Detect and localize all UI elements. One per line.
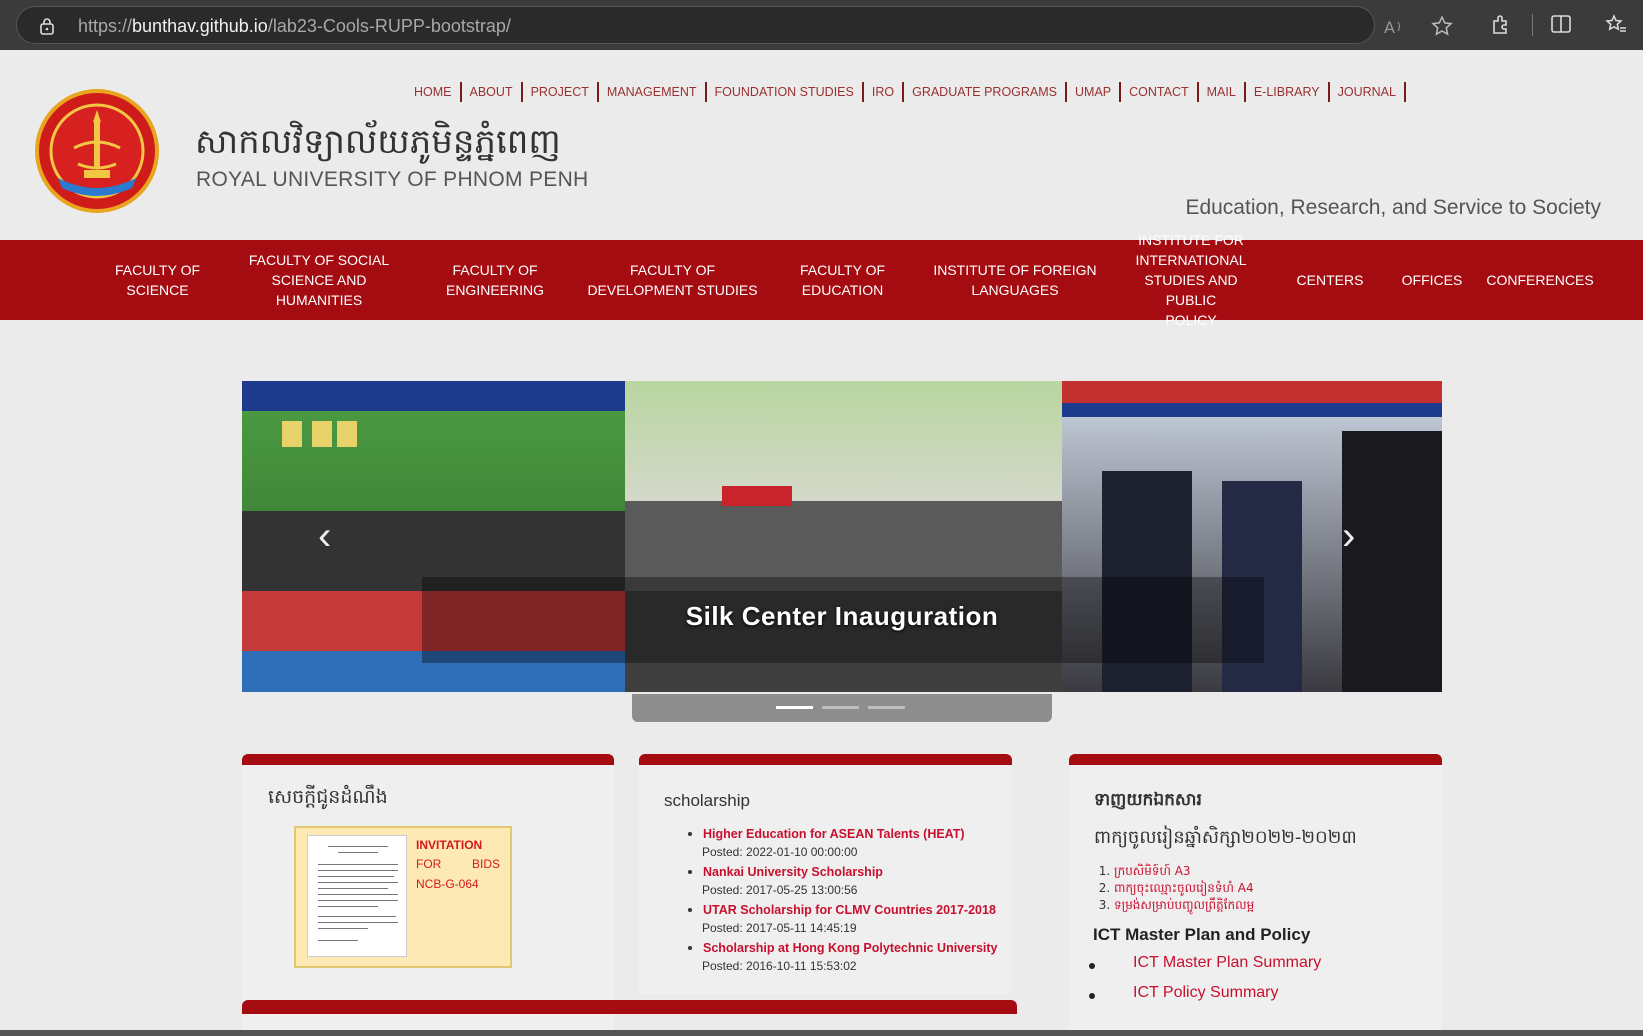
image-carousel[interactable]: Silk Center Inauguration ‹ ›: [242, 381, 1442, 692]
window-bottom-edge: [0, 1030, 1643, 1036]
downloads-subtitle: ពាក្យចូលរៀនឆ្នាំសិក្សា២០២២-២០២៣: [1094, 827, 1357, 848]
nav-home[interactable]: HOME: [406, 82, 462, 102]
nav-faculty-social-science[interactable]: FACULTY OF SOCIAL SCIENCE AND HUMANITIES: [240, 240, 398, 320]
extensions-icon[interactable]: [1490, 13, 1512, 35]
split-screen-icon[interactable]: [1550, 13, 1572, 35]
url-text: https://bunthav.github.io/lab23-Cools-RU…: [78, 16, 511, 36]
carousel-prev-icon[interactable]: ‹: [318, 516, 331, 556]
nav-graduate-programs[interactable]: GRADUATE PROGRAMS: [904, 82, 1068, 102]
list-item: UTAR Scholarship for CLMV Countries 2017…: [702, 901, 1003, 937]
bullet: [1089, 993, 1095, 999]
nav-journal[interactable]: JOURNAL: [1330, 82, 1406, 102]
toolbar-divider: [1532, 14, 1533, 36]
nav-umap[interactable]: UMAP: [1067, 82, 1122, 102]
nav-contact[interactable]: CONTACT: [1121, 82, 1199, 102]
nav-mail[interactable]: MAIL: [1199, 82, 1246, 102]
nav-offices[interactable]: OFFICES: [1392, 240, 1472, 320]
carousel-caption: Silk Center Inauguration: [685, 601, 999, 631]
university-logo: [35, 89, 159, 213]
carousel-indicator-2[interactable]: [822, 706, 859, 709]
nav-institute-foreign-languages[interactable]: INSTITUTE OF FOREIGN LANGUAGES: [925, 240, 1105, 320]
bullet: [1089, 963, 1095, 969]
nav-project[interactable]: PROJECT: [523, 82, 599, 102]
posted-date: Posted: 2016-10-11 15:53:02: [702, 959, 857, 973]
downloads-card: ទាញយកឯកសារ ពាក្យចូលរៀនឆ្នាំសិក្សា២០២២-២០…: [1069, 754, 1442, 1036]
nav-foundation-studies[interactable]: FOUNDATION STUDIES: [707, 82, 864, 102]
posted-date: Posted: 2017-05-11 14:45:19: [702, 921, 857, 935]
posted-date: Posted: 2022-01-10 00:00:00: [702, 845, 858, 859]
downloads-title: ទាញយកឯកសារ: [1094, 790, 1202, 810]
list-item: Scholarship at Hong Kong Polytechnic Uni…: [702, 939, 1003, 975]
scholarship-card: scholarship Higher Education for ASEAN T…: [639, 754, 1012, 994]
scholarship-link[interactable]: UTAR Scholarship for CLMV Countries 2017…: [703, 901, 1003, 919]
list-item: Nankai University Scholarship Posted: 201…: [702, 863, 1003, 899]
download-link[interactable]: ពាក្យចុះឈ្មោះចូលរៀនទំហំ A4: [1114, 880, 1254, 897]
nav-centers[interactable]: CENTERS: [1285, 240, 1375, 320]
ict-heading: ICT Master Plan and Policy: [1093, 925, 1311, 944]
document-thumbnail: [307, 835, 407, 957]
favorite-star-icon[interactable]: [1431, 15, 1453, 37]
favorites-list-icon[interactable]: [1605, 13, 1627, 35]
nav-faculty-development-studies[interactable]: FACULTY OF DEVELOPMENT STUDIES: [585, 240, 760, 320]
nav-conferences[interactable]: CONFERENCES: [1486, 240, 1593, 320]
address-bar[interactable]: https://bunthav.github.io/lab23-Cools-RU…: [16, 6, 1453, 44]
lock-icon: [40, 18, 54, 35]
announcement-card: សេចក្តីជូនដំណឹង INVITATION FOR BIDS NCB-…: [242, 754, 614, 1036]
scholarship-link[interactable]: Scholarship at Hong Kong Polytechnic Uni…: [703, 939, 1003, 957]
khmer-university-name: សាកលវិទ្យាល័យភូមិន្ទភ្នំពេញ: [195, 122, 561, 162]
download-link[interactable]: ក្របសិមិទ៍ហ៍ A3: [1114, 863, 1254, 880]
invitation-for-bids-image[interactable]: INVITATION FOR BIDS NCB-G-064: [294, 826, 512, 968]
browser-toolbar: https://bunthav.github.io/lab23-Cools-RU…: [0, 0, 1643, 50]
svg-text:A: A: [1384, 18, 1395, 37]
faculty-navigation: FACULTY OF SCIENCE FACULTY OF SOCIAL SCIEN…: [0, 232, 1643, 328]
scholarship-link[interactable]: Nankai University Scholarship: [703, 863, 1003, 881]
english-university-name: ROYAL UNIVERSITY OF PHNOM PENH: [196, 168, 589, 191]
nav-e-library[interactable]: E-LIBRARY: [1246, 82, 1330, 102]
ict-master-plan-link[interactable]: ICT Master Plan Summary: [1133, 954, 1321, 972]
nav-about[interactable]: ABOUT: [462, 82, 523, 102]
carousel-indicators: [632, 694, 1052, 722]
download-link[interactable]: ទម្រង់សម្រាប់បញ្ចូលព្រឹត្តិកែលម្អ: [1114, 897, 1254, 914]
invite-line-3: NCB-G-064: [416, 877, 479, 891]
carousel-indicator-3[interactable]: [868, 706, 905, 709]
nav-management[interactable]: MANAGEMENT: [599, 82, 707, 102]
top-navigation: HOME ABOUT PROJECT MANAGEMENT FOUNDATION…: [406, 82, 1406, 102]
invite-line-2b: BIDS: [472, 857, 501, 871]
scholarship-list: Higher Education for ASEAN Talents (HEAT…: [702, 825, 1003, 977]
read-aloud-icon[interactable]: A: [1383, 16, 1405, 38]
announcement-title: សេចក្តីជូនដំណឹង: [268, 786, 388, 808]
scholarship-link[interactable]: Higher Education for ASEAN Talents (HEAT…: [703, 825, 1003, 843]
scholarship-title: scholarship: [664, 791, 750, 810]
carousel-next-icon[interactable]: ›: [1342, 516, 1355, 556]
carousel-indicator-1[interactable]: [776, 706, 813, 709]
list-item: Higher Education for ASEAN Talents (HEAT…: [702, 825, 1003, 861]
invite-line-2a: FOR: [416, 857, 442, 871]
nav-iro[interactable]: IRO: [864, 82, 905, 102]
web-page: HOME ABOUT PROJECT MANAGEMENT FOUNDATION…: [0, 50, 1643, 1036]
nav-institute-international-studies[interactable]: INSTITUTE FOR INTERNATIONAL STUDIES AND PU…: [1118, 232, 1264, 328]
nav-faculty-of-science[interactable]: FACULTY OF SCIENCE: [100, 240, 215, 320]
section-divider-bar: [242, 1000, 1017, 1014]
download-list: ក្របសិមិទ៍ហ៍ A3 ពាក្យចុះឈ្មោះចូលរៀនទំហំ …: [1114, 863, 1254, 914]
invite-line-1: INVITATION: [416, 838, 483, 852]
nav-faculty-education[interactable]: FACULTY OF EDUCATION: [785, 240, 900, 320]
nav-faculty-engineering[interactable]: FACULTY OF ENGINEERING: [430, 240, 560, 320]
ict-policy-link[interactable]: ICT Policy Summary: [1133, 984, 1279, 1002]
posted-date: Posted: 2017-05-25 13:00:56: [702, 883, 858, 897]
tagline: Education, Research, and Service to Soci…: [1185, 196, 1601, 219]
